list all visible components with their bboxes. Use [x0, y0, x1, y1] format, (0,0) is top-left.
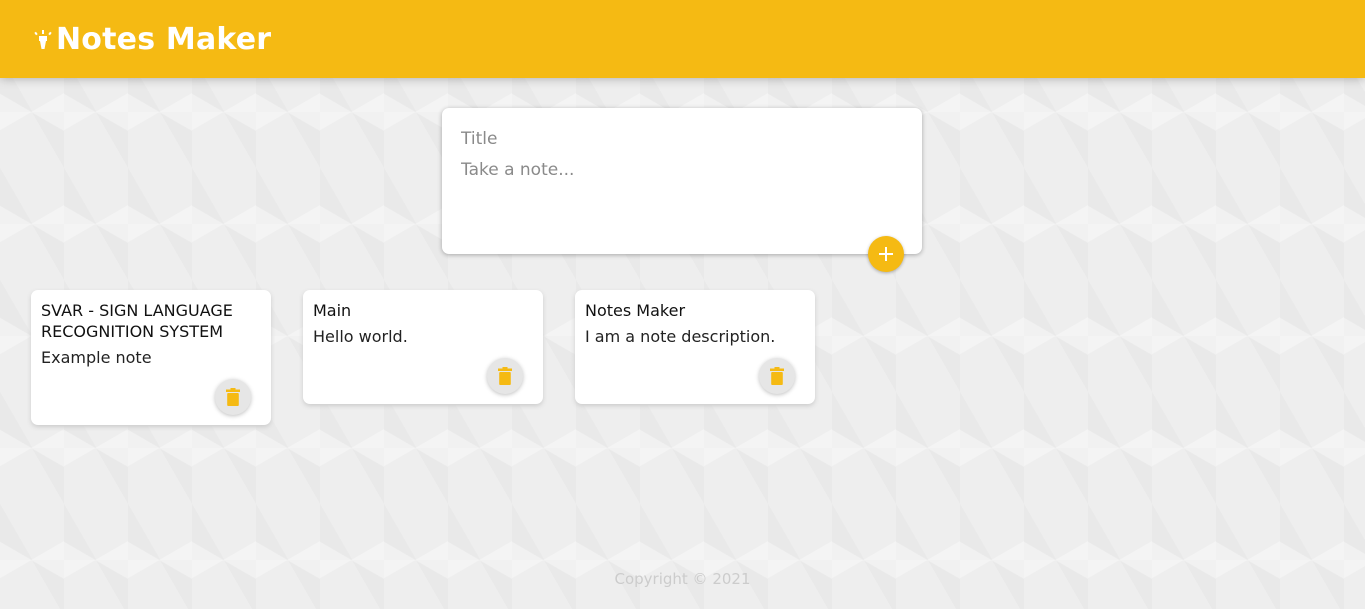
note-title: Main	[313, 301, 352, 320]
note-content: Example note	[41, 348, 152, 367]
app-header: Notes Maker	[0, 0, 1365, 78]
note-title: SVAR - SIGN LANGUAGE RECOGNITION SYSTEM	[41, 301, 233, 341]
app-title: Notes Maker	[56, 22, 272, 57]
plus-icon	[879, 247, 893, 261]
note-card: Notes Maker I am a note description.	[575, 290, 815, 404]
create-note-form	[442, 108, 922, 254]
trash-icon	[770, 367, 784, 385]
footer: Copyright © 2021	[0, 568, 1365, 590]
highlighter-icon	[34, 30, 52, 49]
delete-note-button[interactable]	[487, 358, 523, 394]
delete-note-button[interactable]	[215, 379, 251, 415]
trash-icon	[226, 388, 240, 406]
copyright-text: Copyright © 2021	[614, 570, 751, 588]
note-content-input[interactable]	[461, 160, 901, 220]
note-card: SVAR - SIGN LANGUAGE RECOGNITION SYSTEM …	[31, 290, 271, 425]
add-note-button[interactable]	[868, 236, 904, 272]
note-title-input[interactable]	[461, 128, 901, 150]
note-content: I am a note description.	[585, 327, 776, 346]
note-title: Notes Maker	[585, 301, 686, 320]
note-content: Hello world.	[313, 327, 408, 346]
delete-note-button[interactable]	[759, 358, 795, 394]
note-card: Main Hello world.	[303, 290, 543, 404]
trash-icon	[498, 367, 512, 385]
